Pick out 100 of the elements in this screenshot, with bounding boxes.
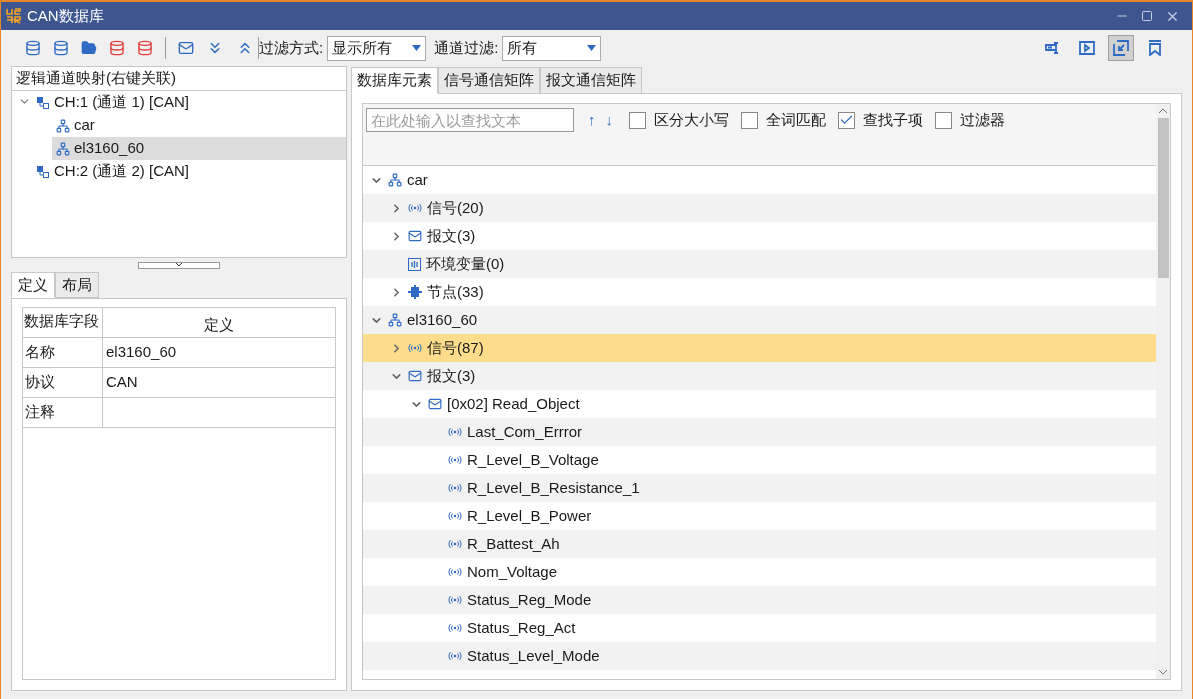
database-item[interactable]: el3160_60	[52, 137, 346, 160]
tree-row[interactable]: 信号(87)	[363, 334, 1156, 362]
tree-row[interactable]: 环境变量(0)	[363, 250, 1156, 278]
scroll-up-icon[interactable]	[1159, 108, 1167, 114]
tree-label: R_Level_B_Resistance_1	[467, 477, 640, 498]
network-icon	[56, 118, 70, 133]
tree-label: R_Level_B_Voltage	[467, 449, 599, 470]
network-icon	[56, 141, 70, 156]
database-label: car	[74, 115, 95, 136]
channel-icon	[36, 95, 50, 110]
signal-icon	[448, 567, 462, 577]
envelope-icon	[428, 397, 442, 411]
scroll-down-icon[interactable]	[1159, 669, 1167, 675]
envelope-icon	[408, 229, 422, 243]
signal-icon	[448, 539, 462, 549]
maximize-icon[interactable]	[1141, 10, 1153, 22]
tree-row[interactable]: 信号(20)	[363, 194, 1156, 222]
tree-row[interactable]: Status_Reg_Mode	[363, 586, 1156, 614]
scrollbar[interactable]	[1156, 104, 1170, 679]
tree-row[interactable]: Status_Level_Mode	[363, 642, 1156, 670]
tree-label: Status_Reg_Act	[467, 617, 576, 638]
table-cell-text: CAN	[105, 372, 139, 393]
tree-label: R_Level_B_Power	[467, 505, 592, 526]
tree-label: R_Battest_Ah	[467, 533, 560, 554]
filter-label: 过滤方式:	[259, 37, 324, 58]
database-add-icon[interactable]	[25, 40, 41, 56]
envelope-icon	[408, 369, 422, 383]
find-previous-button[interactable]: ↑	[584, 108, 600, 132]
signal-icon	[448, 455, 462, 465]
database-edit-icon[interactable]	[53, 40, 69, 56]
checkbox[interactable]	[629, 111, 646, 129]
window-title: CAN数据库	[27, 5, 104, 26]
checkbox[interactable]	[935, 111, 952, 129]
folder-icon[interactable]	[81, 40, 97, 56]
node-icon	[408, 285, 422, 299]
database-remove-icon[interactable]	[109, 40, 125, 56]
tab[interactable]: 信号通信矩阵	[438, 67, 540, 94]
scrollbar-thumb[interactable]	[1157, 118, 1169, 278]
signal-icon	[448, 483, 462, 493]
dropdown-arrow-icon	[587, 45, 597, 51]
tree-label: car	[407, 169, 428, 190]
network-icon	[388, 313, 402, 327]
tree-label: Status_Level_Mode	[467, 645, 600, 666]
channel-item[interactable]: CH:2 (通道 2) [CAN]	[12, 160, 346, 183]
tab[interactable]: 定义	[11, 272, 55, 298]
column-header: 数据库字段	[23, 308, 103, 337]
find-next-button[interactable]: ↓	[601, 108, 617, 132]
channel-label: CH:1 (通道 1) [CAN]	[54, 92, 189, 113]
filter-dropdown[interactable]: 显示所有	[327, 35, 427, 61]
panel-title: 逻辑通道映射(右键关联)	[16, 68, 176, 89]
signal-icon	[448, 427, 462, 437]
tree-row[interactable]: Last_Com_Errror	[363, 418, 1156, 446]
tab[interactable]: 报文通信矩阵	[540, 67, 642, 94]
table-cell: 名称	[23, 338, 103, 367]
tab[interactable]: 数据库元素	[351, 67, 438, 94]
signal-icon	[408, 203, 422, 213]
variable-icon	[408, 257, 421, 271]
database-delete-icon[interactable]	[137, 40, 153, 56]
checkbox-label: 查找子项	[863, 109, 923, 130]
database-item[interactable]: car	[52, 114, 346, 137]
checkbox-label: 全词匹配	[766, 109, 826, 130]
checkbox-label: 区分大小写	[654, 109, 729, 130]
tree-row[interactable]: R_Level_B_Resistance_1	[363, 474, 1156, 502]
table-cell: 协议	[23, 368, 103, 397]
database-label: el3160_60	[74, 138, 145, 159]
tree-row[interactable]: R_Battest_Ah	[363, 530, 1156, 558]
column-header: 定义	[203, 315, 235, 335]
tree-label: Nom_Voltage	[467, 561, 558, 582]
signal-icon	[448, 511, 462, 521]
signal-icon	[448, 595, 462, 605]
tree-label: 信号(20)	[427, 197, 484, 218]
tree-row[interactable]: el3160_60	[363, 306, 1156, 334]
checkbox[interactable]	[741, 111, 758, 129]
tree-label: Status_Reg_Mode	[467, 589, 592, 610]
tree-label: Last_Com_Errror	[467, 421, 583, 442]
channel-label: CH:2 (通道 2) [CAN]	[54, 161, 189, 182]
envelope-icon[interactable]	[178, 40, 194, 56]
tree-label: [0x02] Read_Object	[447, 393, 580, 414]
signal-icon	[448, 651, 462, 661]
table-cell-text: el3160_60	[105, 342, 178, 363]
tab[interactable]: 布局	[55, 272, 99, 298]
tree-label: 信号(87)	[427, 337, 484, 358]
filter-dropdown[interactable]: 所有	[502, 35, 602, 61]
splitter-handle[interactable]	[138, 261, 220, 269]
checkbox[interactable]	[838, 111, 855, 129]
dropdown-arrow-icon	[412, 45, 422, 51]
channel-item[interactable]: CH:1 (通道 1) [CAN]	[12, 91, 346, 114]
tree-label: 节点(33)	[427, 281, 484, 302]
tree-label: 报文(3)	[427, 365, 476, 386]
filter-label: 通道过滤:	[434, 37, 499, 58]
tree-row[interactable]: 报文(3)	[363, 362, 1156, 390]
tree-label: 报文(3)	[427, 225, 476, 246]
tree-label: el3160_60	[407, 309, 478, 330]
channel-icon	[36, 164, 50, 179]
expand-icon[interactable]	[1108, 35, 1134, 61]
network-icon	[388, 173, 402, 187]
search-field[interactable]: 在此处输入以查找文本	[366, 108, 574, 132]
tree-label: 环境变量(0)	[426, 253, 505, 274]
app-logo-icon	[5, 7, 23, 25]
checkbox-label: 过滤器	[960, 109, 1005, 130]
